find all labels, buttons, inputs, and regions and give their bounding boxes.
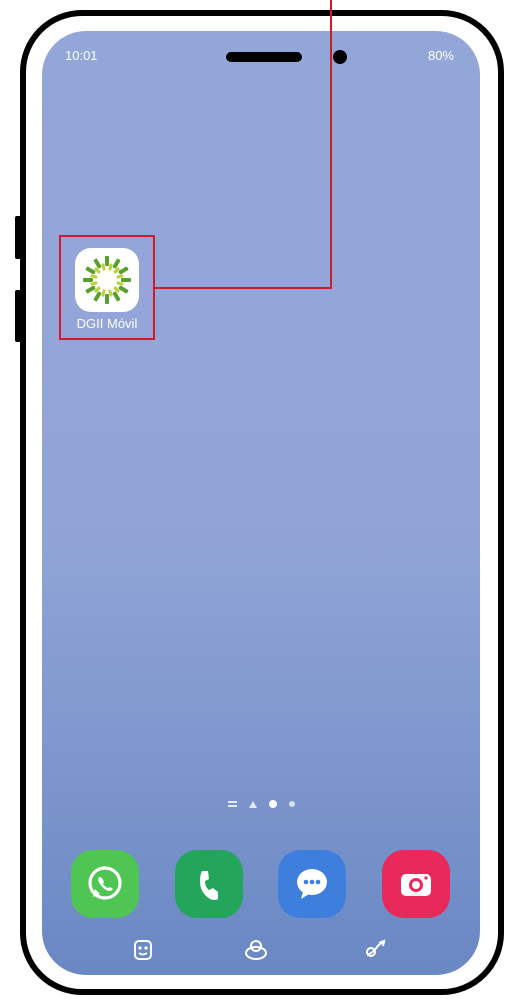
dock-messages[interactable] xyxy=(278,850,346,918)
page-list-icon[interactable] xyxy=(227,801,237,807)
chat-bubble-icon xyxy=(297,869,327,899)
earpiece-speaker xyxy=(226,52,302,62)
whatsapp-icon xyxy=(88,866,122,900)
callout-line-vertical xyxy=(330,0,332,289)
status-time: 10:01 xyxy=(65,48,98,63)
recent-apps-icon[interactable] xyxy=(130,937,156,963)
page-indicator[interactable] xyxy=(42,798,480,810)
dock-phone[interactable] xyxy=(175,850,243,918)
highlight-box xyxy=(59,235,155,340)
page-dot[interactable] xyxy=(288,801,295,807)
dock-whatsapp[interactable] xyxy=(71,850,139,918)
home-icon[interactable] xyxy=(243,937,269,963)
navigation-bar xyxy=(42,931,480,967)
camera-icon xyxy=(401,874,431,896)
home-page-icon[interactable] xyxy=(248,800,257,808)
back-icon[interactable] xyxy=(363,937,389,963)
callout-line-horizontal xyxy=(154,287,332,289)
status-battery: 80% xyxy=(427,48,454,63)
page-dot-active[interactable] xyxy=(268,800,277,808)
stage: 10:01 80% DGII Móvil xyxy=(0,0,508,1001)
phone-icon xyxy=(200,871,218,900)
dock-camera[interactable] xyxy=(382,850,450,918)
home-screen: 10:01 80% DGII Móvil xyxy=(42,31,480,975)
front-camera xyxy=(333,50,347,64)
status-bar: 10:01 80% xyxy=(42,31,480,79)
